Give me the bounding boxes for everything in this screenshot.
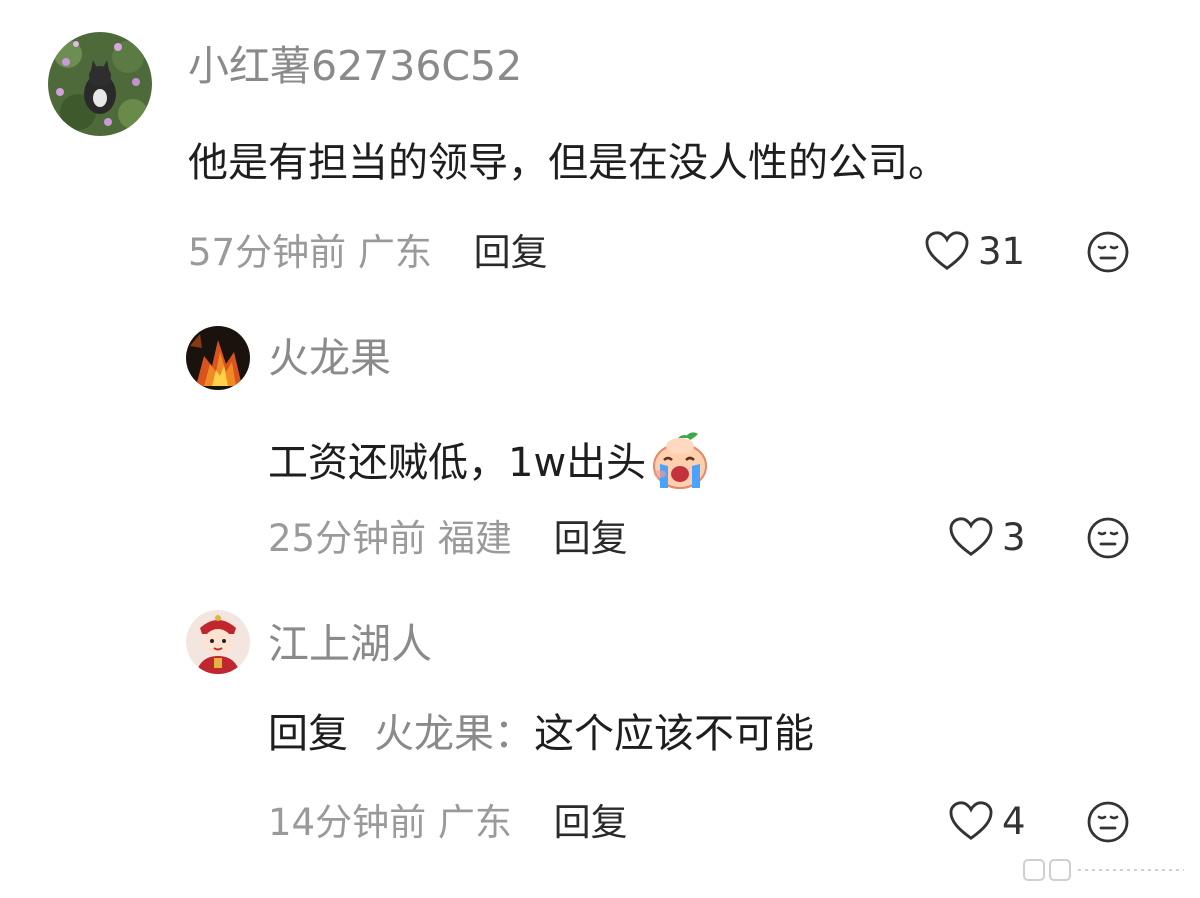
dislike-button[interactable]: [1086, 230, 1130, 274]
comment-meta: 14分钟前 广东 回复: [268, 804, 628, 841]
dislike-button[interactable]: [1086, 516, 1130, 560]
avatar[interactable]: [186, 326, 250, 390]
reply-target-username[interactable]: 火龙果：: [374, 711, 534, 757]
comment-text-body: 工资还贼低，1w出头: [268, 440, 647, 486]
avatar-fire-image: [186, 326, 250, 390]
watermark-logo: [1020, 856, 1190, 888]
reply-button[interactable]: 回复: [474, 231, 548, 274]
like-count: 3: [1002, 515, 1026, 559]
comment-text-body: 这个应该不可能: [534, 711, 814, 757]
reply-button[interactable]: 回复: [554, 801, 628, 844]
location: 广东: [437, 801, 512, 844]
like-button[interactable]: 31: [924, 230, 1025, 272]
comment-text: 他是有担当的领导，但是在没人性的公司。: [188, 140, 948, 186]
neutral-face-icon: [1087, 801, 1129, 843]
reply-prefix: 回复: [268, 711, 348, 757]
comment: 小红薯62736C52 他是有担当的领导，但是在没人性的公司。 57分钟前 广东…: [0, 0, 1200, 300]
timestamp: 14分钟前: [268, 801, 427, 844]
dislike-button[interactable]: [1086, 800, 1130, 844]
crying-face-emoji: [653, 432, 708, 489]
username[interactable]: 小红薯62736C52: [188, 46, 522, 87]
timestamp: 25分钟前: [268, 517, 427, 560]
location: 广东: [357, 231, 432, 274]
comment-meta: 57分钟前 广东 回复: [188, 234, 548, 271]
heart-outline-icon: [925, 231, 969, 270]
avatar-cartoon-character-image: [186, 610, 250, 674]
location: 福建: [437, 517, 512, 560]
avatar-cat-flowers-image: [48, 32, 152, 136]
neutral-face-icon: [1087, 231, 1129, 273]
heart-outline-icon: [949, 801, 993, 840]
heart-outline-icon: [949, 517, 993, 556]
username[interactable]: 火龙果: [268, 338, 391, 379]
comment: 江上湖人 回复 火龙果：这个应该不可能 14分钟前 广东 回复 4: [0, 590, 1200, 890]
like-button[interactable]: 3: [948, 516, 1026, 558]
like-button[interactable]: 4: [948, 800, 1026, 842]
avatar[interactable]: [186, 610, 250, 674]
like-count: 4: [1002, 799, 1026, 843]
watermark-mark-icon: [1023, 859, 1184, 881]
neutral-face-icon: [1087, 517, 1129, 559]
timestamp: 57分钟前: [188, 231, 347, 274]
comment-text: 回复 火龙果：这个应该不可能: [268, 714, 814, 754]
username[interactable]: 江上湖人: [268, 624, 432, 665]
comment: 火龙果 工资还贼低，1w出头 25分钟前 福建 回复 3: [0, 300, 1200, 590]
comment-meta: 25分钟前 福建 回复: [268, 520, 628, 557]
like-count: 31: [978, 229, 1026, 273]
avatar[interactable]: [48, 32, 152, 136]
reply-button[interactable]: 回复: [554, 517, 628, 560]
comment-text: 工资还贼低，1w出头: [268, 430, 710, 492]
